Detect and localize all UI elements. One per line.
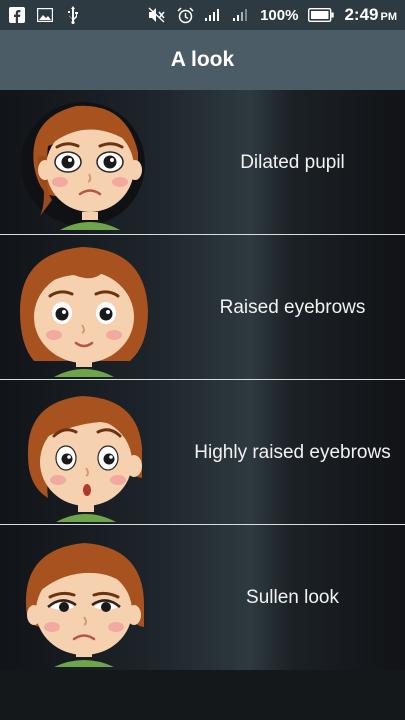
list-item-label: Dilated pupil [240,151,345,173]
signal-icon-2 [232,7,250,23]
usb-icon [64,6,82,24]
signal-icon [204,7,222,23]
app-bar: A look [0,30,405,90]
battery-icon [308,7,335,23]
girl-highly-raised-eyebrows-avatar [27,396,143,522]
clock-ampm: PM [380,11,398,23]
page-title: A look [170,48,235,71]
list-item-label: Sullen look [246,586,339,608]
image-icon [36,7,54,23]
list-item-dilated-pupil[interactable]: Dilated pupil [0,90,405,235]
clock-time: 2:49 [344,5,379,24]
list-item-label: Raised eyebrows [219,296,366,318]
list-item-raised-eyebrows[interactable]: Raised eyebrows [0,235,405,380]
battery-percent: 100% [260,6,299,24]
alarm-icon [176,6,194,23]
list-item-highly-raised-eyebrows[interactable]: Highly raised eyebrows [0,380,405,525]
facebook-icon [8,7,26,23]
mute-icon [148,7,166,23]
expression-list: Dilated pupil Raised eyebrows Highly rai… [0,90,405,670]
clock: 2:49 PM [344,5,397,25]
status-bar: 100% 2:49 PM [0,0,405,30]
list-item-label: Highly raised eyebrows [194,441,391,463]
girl-dilated-pupil-avatar [21,102,145,230]
girl-sullen-look-avatar [25,543,144,667]
list-item-sullen-look[interactable]: Sullen look [0,525,405,670]
girl-raised-eyebrows-avatar [20,247,148,377]
